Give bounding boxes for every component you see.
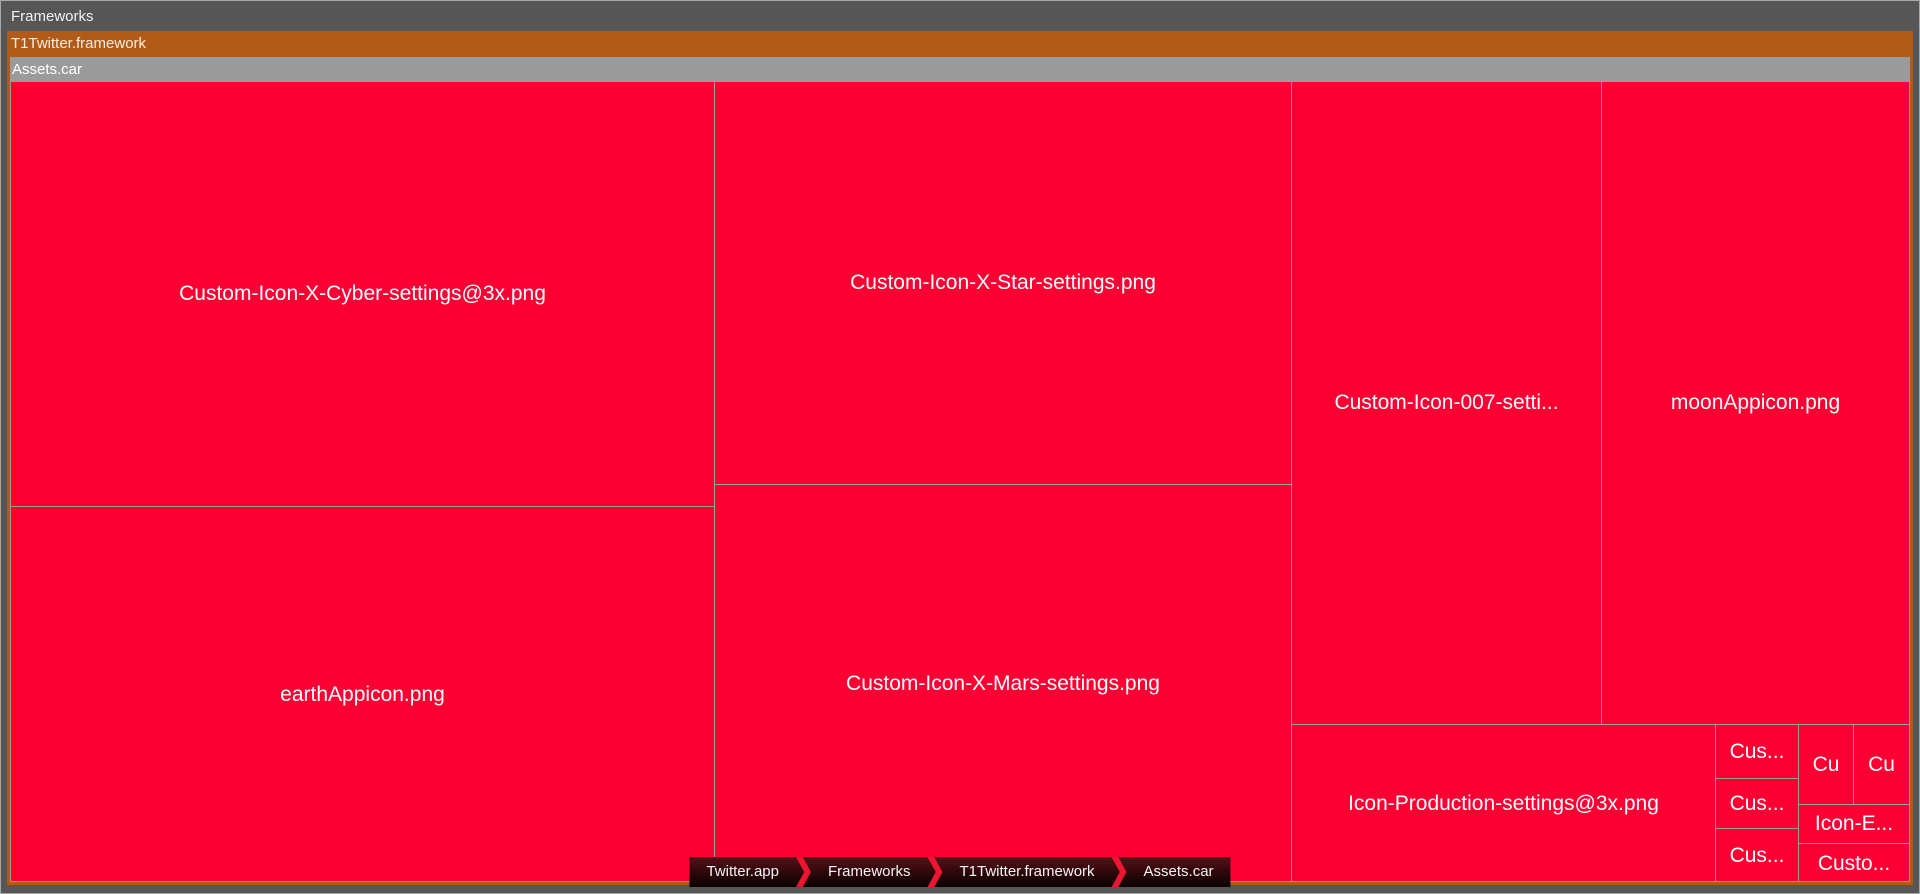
chevron-right-icon [796, 857, 811, 887]
frameworks-group-header[interactable]: Frameworks [2, 2, 1918, 31]
cell-label: Custo... [1818, 852, 1890, 876]
treemap-cell-custom-icon-x-cyber-settings[interactable]: Custom-Icon-X-Cyber-settings@3x.png [11, 82, 714, 506]
cell-label: Cu [1868, 753, 1895, 777]
t1twitter-framework-header[interactable]: T1Twitter.framework [7, 31, 1913, 57]
treemap-window: Frameworks T1Twitter.framework Assets.ca… [0, 0, 1920, 894]
cell-label: Cus... [1730, 844, 1785, 868]
treemap-cell-custo[interactable]: Custo... [1799, 844, 1909, 881]
frameworks-group-label: Frameworks [11, 8, 94, 25]
chevron-right-icon [928, 857, 943, 887]
t1twitter-framework-label: T1Twitter.framework [11, 35, 146, 52]
cell-label: moonAppicon.png [1671, 391, 1840, 415]
cell-label: Icon-E... [1815, 812, 1893, 836]
cell-label: Cu [1813, 753, 1840, 777]
cell-label: Custom-Icon-X-Star-settings.png [850, 271, 1156, 295]
cell-label: Custom-Icon-X-Mars-settings.png [846, 672, 1160, 696]
breadcrumb-item-assets-car[interactable]: Assets.car [1127, 857, 1231, 887]
chevron-right-icon [1112, 857, 1127, 887]
treemap-cell-cu-2[interactable]: Cu [1854, 725, 1909, 804]
assets-car-label: Assets.car [12, 61, 82, 78]
breadcrumb-label: Frameworks [828, 863, 911, 880]
breadcrumb-item-frameworks[interactable]: Frameworks [811, 857, 928, 887]
treemap-cell-icon-e[interactable]: Icon-E... [1799, 805, 1909, 843]
treemap-cell-icon-production-settings[interactable]: Icon-Production-settings@3x.png [1292, 725, 1715, 881]
cell-label: Cus... [1730, 740, 1785, 764]
t1twitter-framework-group: T1Twitter.framework Assets.car Custom-Ic… [7, 31, 1913, 885]
treemap-cell-custom-icon-x-mars-settings[interactable]: Custom-Icon-X-Mars-settings.png [715, 485, 1291, 881]
breadcrumb-label: Twitter.app [706, 863, 779, 880]
treemap-cell-cus-1[interactable]: Cus... [1716, 725, 1798, 778]
cell-label: earthAppicon.png [280, 683, 445, 707]
cell-label: Icon-Production-settings@3x.png [1348, 792, 1659, 816]
breadcrumb-label: T1Twitter.framework [960, 863, 1095, 880]
assets-car-group: Assets.car Custom-Icon-X-Cyber-settings@… [10, 57, 1910, 882]
breadcrumb-label: Assets.car [1144, 863, 1214, 880]
treemap-cell-custom-icon-007-settings[interactable]: Custom-Icon-007-setti... [1292, 82, 1601, 724]
cell-label: Custom-Icon-007-setti... [1334, 391, 1558, 415]
cell-label: Custom-Icon-X-Cyber-settings@3x.png [179, 282, 546, 306]
treemap-cell-cus-2[interactable]: Cus... [1716, 779, 1798, 828]
cell-label: Cus... [1730, 792, 1785, 816]
breadcrumb-item-t1twitter-framework[interactable]: T1Twitter.framework [943, 857, 1112, 887]
treemap-cells-area: Custom-Icon-X-Cyber-settings@3x.png eart… [11, 82, 1909, 881]
breadcrumb-item-twitter-app[interactable]: Twitter.app [689, 857, 796, 887]
treemap-cell-custom-icon-x-star-settings[interactable]: Custom-Icon-X-Star-settings.png [715, 82, 1291, 484]
treemap-cell-earthappicon[interactable]: earthAppicon.png [11, 507, 714, 881]
treemap-cell-cu-1[interactable]: Cu [1799, 725, 1853, 804]
breadcrumb: Twitter.app Frameworks T1Twitter.framewo… [689, 857, 1230, 887]
assets-car-header[interactable]: Assets.car [10, 57, 1910, 82]
treemap-cell-cus-3[interactable]: Cus... [1716, 829, 1798, 881]
treemap-cell-moonappicon[interactable]: moonAppicon.png [1602, 82, 1909, 724]
